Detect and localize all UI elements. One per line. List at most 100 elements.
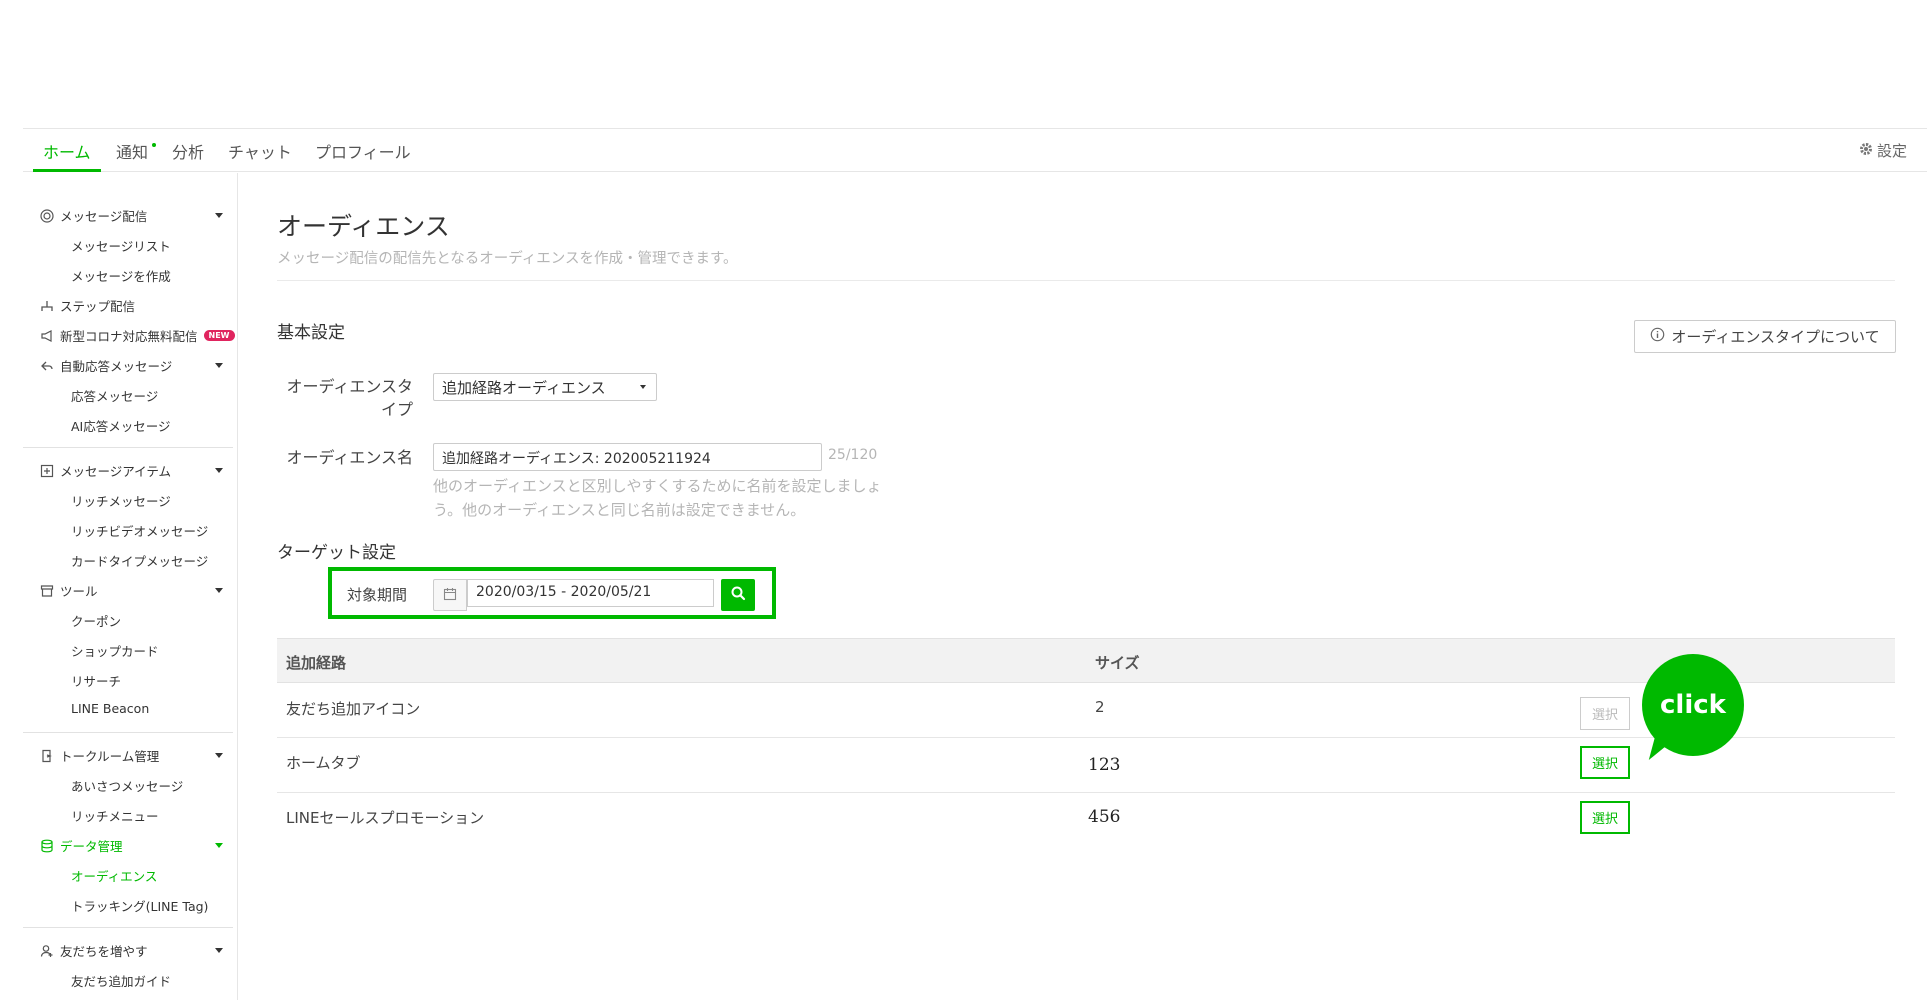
select-button[interactable]: 選択: [1580, 746, 1630, 779]
sidebar-label: メッセージ配信: [60, 209, 148, 224]
tab-home[interactable]: ホーム: [33, 139, 101, 172]
sidebar-label: トークルーム管理: [60, 749, 160, 764]
door-icon: [39, 748, 55, 764]
sidebar-item-tracking[interactable]: トラッキング(LINE Tag): [71, 896, 208, 915]
chevron-down-icon[interactable]: [215, 363, 223, 368]
sidebar-item-rich-message[interactable]: リッチメッセージ: [71, 491, 171, 510]
name-char-counter: 25/120: [828, 447, 878, 463]
period-date-input[interactable]: 2020/03/15 - 2020/05/21: [467, 579, 714, 607]
sidebar-item-talkroom[interactable]: トークルーム管理: [39, 746, 159, 765]
sidebar-item-message-items[interactable]: メッセージアイテム: [39, 461, 171, 480]
chevron-down-icon[interactable]: [215, 843, 223, 848]
top-nav: ホーム 通知 分析 チャット プロフィール 設定: [23, 128, 1927, 172]
hierarchy-icon: [39, 298, 55, 314]
sidebar-label: 友だちを増やす: [60, 944, 148, 959]
tab-analytics[interactable]: 分析: [162, 139, 214, 172]
sidebar-label: メッセージアイテム: [60, 464, 172, 479]
sidebar-label: データ管理: [60, 839, 123, 854]
sidebar-label: ツール: [60, 584, 98, 599]
page-description: メッセージ配信の配信先となるオーディエンスを作成・管理できます。: [277, 251, 738, 267]
sidebar-label: ステップ配信: [60, 299, 136, 314]
sidebar: メッセージ配信 メッセージリスト メッセージを作成 ステップ配信 新型コロナ対応…: [23, 173, 238, 1000]
select-button[interactable]: 選択: [1580, 801, 1630, 834]
settings-link[interactable]: 設定: [1859, 140, 1907, 161]
row-source: LINEセールスプロモーション: [286, 809, 485, 827]
sidebar-item-message-delivery[interactable]: メッセージ配信: [39, 206, 147, 225]
sidebar-item-card-type[interactable]: カードタイプメッセージ: [71, 551, 208, 570]
target-icon: [39, 208, 55, 224]
search-button[interactable]: [721, 579, 755, 611]
sidebar-item-rich-video[interactable]: リッチビデオメッセージ: [71, 521, 208, 540]
chevron-down-icon[interactable]: [215, 753, 223, 758]
audience-name-label: オーディエンス名: [286, 448, 413, 467]
sidebar-item-audience[interactable]: オーディエンス: [71, 866, 157, 885]
sidebar-label: 新型コロナ対応無料配信: [60, 329, 198, 344]
sidebar-item-shop-card[interactable]: ショップカード: [71, 641, 159, 660]
row-size: 123: [1088, 755, 1121, 775]
period-label: 対象期間: [347, 586, 408, 604]
plus-box-icon: [39, 463, 55, 479]
audience-type-label-line2: イプ: [380, 400, 413, 419]
sidebar-item-add-friend-guide[interactable]: 友だち追加ガイド: [71, 971, 171, 990]
sidebar-divider: [23, 447, 233, 448]
chevron-down-icon[interactable]: [215, 468, 223, 473]
tab-notifications[interactable]: 通知: [106, 139, 158, 172]
sidebar-item-research[interactable]: リサーチ: [71, 671, 121, 690]
audience-type-value: 追加経路オーディエンス: [442, 379, 606, 397]
row-source: ホームタブ: [286, 754, 361, 772]
sidebar-divider: [23, 927, 233, 928]
sidebar-label: 自動応答メッセージ: [60, 359, 173, 374]
sidebar-item-grow-friends[interactable]: 友だちを増やす: [39, 941, 148, 960]
audience-type-label: オーディエンスタ イプ: [285, 375, 413, 421]
sidebar-item-line-beacon[interactable]: LINE Beacon: [71, 701, 149, 716]
click-callout: click: [1642, 654, 1744, 756]
page-title: オーディエンス: [277, 212, 450, 241]
database-icon: [39, 838, 55, 854]
audience-type-label-line1: オーディエンスタ: [286, 377, 413, 396]
audience-type-select[interactable]: 追加経路オーディエンス: [433, 373, 657, 401]
search-icon: [730, 585, 746, 605]
audience-name-input[interactable]: 追加経路オーディエンス: 202005211924: [433, 443, 822, 471]
select-button-disabled: 選択: [1580, 697, 1630, 730]
col-source-header: 追加経路: [286, 654, 347, 672]
target-settings-heading: ターゲット設定: [277, 543, 396, 563]
notification-dot: [152, 143, 157, 147]
tab-chat[interactable]: チャット: [218, 139, 302, 172]
sidebar-item-greeting[interactable]: あいさつメッセージ: [71, 776, 183, 795]
store-icon: [39, 583, 55, 599]
sidebar-item-message-list[interactable]: メッセージリスト: [71, 236, 171, 255]
about-button-label: オーディエンスタイプについて: [1671, 328, 1880, 346]
chevron-down-icon[interactable]: [215, 948, 223, 953]
sidebar-item-auto-reply[interactable]: 自動応答メッセージ: [39, 356, 172, 375]
sidebar-item-step-delivery[interactable]: ステップ配信: [39, 296, 135, 315]
name-helper-text: 他のオーディエンスと区別しやすくするために名前を設定しましょう。他のオーディエン…: [433, 477, 882, 519]
chevron-down-icon[interactable]: [215, 213, 223, 218]
chevron-down-icon[interactable]: [215, 588, 223, 593]
sidebar-item-ai-reply[interactable]: AI応答メッセージ: [71, 416, 171, 435]
calendar-icon: [443, 586, 457, 605]
new-badge: NEW: [203, 330, 235, 341]
sidebar-item-data-mgmt[interactable]: データ管理: [39, 836, 123, 855]
sidebar-item-reply-message[interactable]: 応答メッセージ: [71, 386, 158, 405]
basic-settings-heading: 基本設定: [277, 323, 345, 343]
chevron-down-icon: [640, 385, 646, 389]
col-size-header: サイズ: [1095, 654, 1140, 672]
about-audience-type-button[interactable]: オーディエンスタイプについて: [1634, 320, 1896, 353]
table-row: LINEセールスプロモーション 456 選択: [277, 793, 1895, 848]
row-size: 2: [1095, 698, 1105, 716]
megaphone-icon: [39, 328, 55, 344]
tab-profile[interactable]: プロフィール: [305, 139, 421, 172]
sidebar-item-create-message[interactable]: メッセージを作成: [71, 266, 171, 285]
sidebar-item-rich-menu[interactable]: リッチメニュー: [71, 806, 159, 825]
settings-label: 設定: [1876, 142, 1907, 160]
sidebar-item-tools[interactable]: ツール: [39, 581, 98, 600]
row-size: 456: [1088, 807, 1121, 827]
calendar-button[interactable]: [433, 579, 467, 611]
user-plus-icon: [39, 943, 55, 959]
reply-icon: [39, 358, 55, 374]
tab-notifications-label: 通知: [116, 143, 149, 162]
sidebar-item-corona-free[interactable]: 新型コロナ対応無料配信 NEW: [39, 326, 235, 345]
row-source: 友だち追加アイコン: [286, 700, 421, 718]
sidebar-item-coupon[interactable]: クーポン: [71, 611, 121, 630]
gear-icon: [1859, 142, 1873, 160]
